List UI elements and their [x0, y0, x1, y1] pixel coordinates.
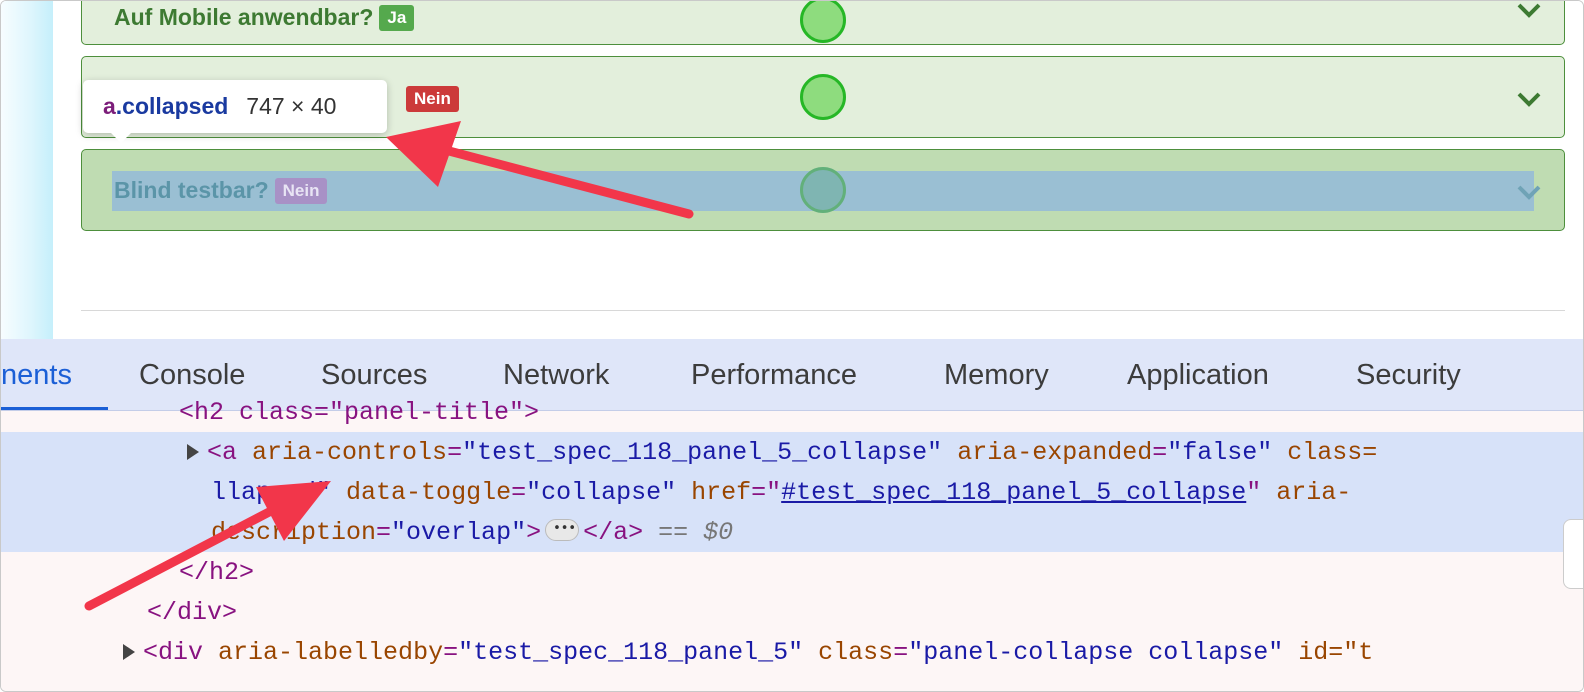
dom-line[interactable]: <h2 class="panel-title"> — [179, 393, 539, 433]
attr-name: aria-expanded — [957, 438, 1153, 467]
tooltip-class: .collapsed — [115, 93, 229, 119]
attr-value: "test_spec_118_panel_5" — [458, 638, 804, 667]
chevron-down-icon[interactable] — [1516, 89, 1542, 109]
status-dot-green — [800, 74, 846, 120]
attr-value: "false" — [1167, 438, 1273, 467]
dom-line-selected[interactable]: <a aria-controls="test_spec_118_panel_5_… — [187, 433, 1377, 473]
attr-value: "test_spec_118_panel_5_collapse" — [462, 438, 943, 467]
dom-tag: <h2 class="panel-title"> — [179, 398, 540, 427]
dom-tag: </div> — [147, 598, 238, 627]
eq-sign: == — [658, 518, 689, 547]
expand-triangle-icon[interactable] — [187, 444, 199, 460]
status-dot-green — [800, 167, 846, 213]
expand-triangle-icon[interactable] — [123, 644, 135, 660]
dom-tag: </a> — [583, 518, 644, 547]
attr-name: aria-labelledby — [218, 638, 444, 667]
left-gradient-strip — [1, 1, 53, 339]
badge-no: Nein — [406, 86, 459, 112]
panel-title[interactable]: Auf Mobile anwendbar? Ja — [114, 4, 415, 31]
dom-tree: <h2 class="panel-title"> <a aria-control… — [1, 398, 1583, 691]
tab-memory[interactable]: Memory — [944, 339, 1049, 411]
devtools-panel: nents Console Sources Network Performanc… — [1, 339, 1583, 691]
attr-name: class= — [1287, 438, 1378, 467]
panel-title[interactable]: Nein — [400, 85, 459, 112]
screenshot-frame: Auf Mobile anwendbar? Ja Nein Blind testb… — [0, 0, 1584, 692]
dom-line[interactable]: </div> — [147, 593, 237, 633]
attr-name: aria-controls — [252, 438, 448, 467]
chevron-down-icon[interactable] — [1516, 182, 1542, 202]
attr-value: "overlap" — [391, 518, 527, 547]
attr-value: "collapse" — [526, 478, 677, 507]
href-link[interactable]: #test_spec_118_panel_5_collapse — [781, 478, 1246, 507]
tab-security[interactable]: Security — [1356, 339, 1461, 411]
web-page: Auf Mobile anwendbar? Ja Nein Blind testb… — [1, 0, 1583, 339]
dom-tag: <a — [207, 438, 238, 467]
panel-mobile-applicable[interactable]: Auf Mobile anwendbar? Ja — [81, 0, 1565, 45]
attr-value: llapsed" — [211, 478, 332, 507]
panel-title[interactable]: Blind testbar? Nein — [114, 177, 328, 204]
tooltip-tag: a — [103, 93, 116, 119]
tab-elements[interactable]: nents — [1, 339, 108, 410]
ellipsis-icon[interactable] — [545, 509, 580, 549]
panel-title-text: Blind testbar? — [114, 177, 269, 203]
dom-line[interactable]: </h2> — [179, 553, 254, 593]
dom-tag: </h2> — [179, 558, 255, 587]
panel-title-text: Auf Mobile anwendbar? — [114, 4, 374, 30]
attr-name: description — [211, 518, 377, 547]
inspect-tooltip: a.collapsed 747 × 40 — [83, 80, 387, 143]
badge-yes: Ja — [379, 5, 415, 31]
dom-line-selected-cont[interactable]: description="overlap"></a> == $0 — [211, 509, 734, 553]
tab-application[interactable]: Application — [1127, 339, 1269, 411]
dollar-zero: $0 — [703, 518, 734, 547]
tooltip-selector: a.collapsed — [103, 93, 228, 120]
page-divider — [81, 310, 1565, 311]
attr-name: class — [818, 638, 894, 667]
attr-name: aria- — [1276, 478, 1352, 507]
attr-name: data-toggle — [346, 478, 512, 507]
attr-value: "panel-collapse collapse" — [908, 638, 1284, 667]
panel-blind-testable[interactable]: Blind testbar? Nein — [81, 149, 1565, 231]
dom-tag: <div — [143, 638, 204, 667]
tab-performance[interactable]: Performance — [691, 339, 857, 411]
dom-line-selected-cont[interactable]: llapsed" data-toggle="collapse" href="#t… — [211, 473, 1351, 513]
status-dot-green — [800, 1, 846, 43]
attr-name: id="t — [1298, 638, 1374, 667]
tooltip-dimensions: 747 × 40 — [246, 93, 337, 119]
chevron-down-icon[interactable] — [1516, 0, 1542, 20]
badge-no: Nein — [274, 178, 328, 204]
attr-name: href — [691, 478, 752, 507]
dom-line[interactable]: <div aria-labelledby="test_spec_118_pane… — [123, 633, 1373, 673]
scrollbar-handle[interactable] — [1563, 519, 1583, 589]
